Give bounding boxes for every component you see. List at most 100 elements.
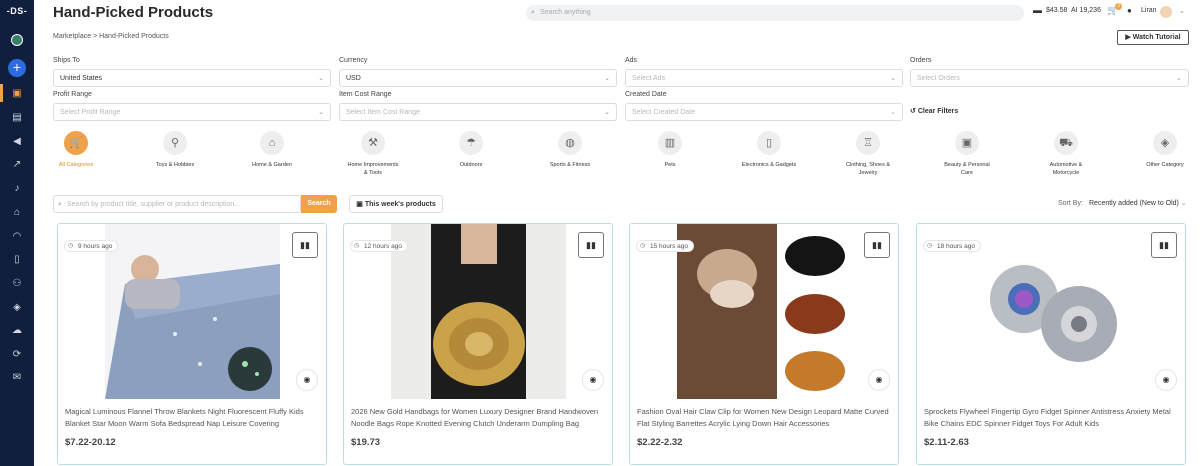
balance[interactable]: $43.58 — [1046, 7, 1067, 14]
product-search-input[interactable]: ⌕ Search by product title, supplier or pr… — [53, 195, 301, 213]
cart-icon[interactable]: ▤ — [9, 110, 25, 126]
currency-label: Currency — [339, 57, 368, 64]
product-title[interactable]: Sprockets Flywheel Fingertip Gyro Fidget… — [924, 406, 1180, 430]
category-beauty[interactable]: ▣ Beauty & Personal Care — [927, 131, 1007, 177]
box-icon[interactable]: ◈ — [9, 300, 25, 316]
item-cost-range-select[interactable]: Select Item Cost Range ⌄ — [339, 103, 617, 121]
category-label: Home Improvements & Tools — [347, 162, 399, 176]
product-card[interactable]: ◷ 9 hours ago ▮▮ ◉ Magical Luminous Flann… — [57, 223, 327, 465]
store-icon[interactable]: ▣ — [9, 86, 25, 102]
orders-select[interactable]: Select Orders ⌄ — [910, 69, 1189, 87]
chevron-down-icon: ⌄ — [604, 109, 610, 116]
clear-filters-button[interactable]: ↺ Clear Filters — [910, 107, 958, 115]
category-outdoors[interactable]: ☂ Outdoors — [431, 131, 511, 169]
mail-icon[interactable]: ✉ — [9, 370, 25, 386]
search-button[interactable]: Search — [301, 195, 337, 213]
cloud-icon[interactable]: ☁ — [9, 323, 25, 339]
category-label: Sports & Fitness — [549, 162, 591, 168]
view-button[interactable]: ◉ — [582, 369, 604, 391]
product-card[interactable]: ◷ 15 hours ago ▮▮ ◉ Fashion Oval Hair Cla… — [629, 223, 899, 465]
category-label: Automotive & Motorcycle — [1049, 162, 1083, 176]
bicycle-icon: ⚲ — [163, 131, 187, 155]
page-title: Hand-Picked Products — [53, 4, 214, 21]
product-card[interactable]: ◷ 18 hours ago ▮▮ ◉ Sprockets Flywheel Fi… — [916, 223, 1186, 465]
users-icon[interactable]: ⚇ — [9, 276, 25, 292]
reset-icon: ↺ — [910, 108, 916, 115]
hanger-icon: ♖ — [856, 131, 880, 155]
product-title[interactable]: Fashion Oval Hair Claw Clip for Women Ne… — [637, 406, 893, 430]
stats-button[interactable]: ▮▮ — [578, 232, 604, 258]
gauge-icon[interactable]: ◠ — [9, 229, 25, 245]
view-button[interactable]: ◉ — [296, 369, 318, 391]
product-title[interactable]: 2026 New Gold Handbags for Women Luxury … — [351, 406, 607, 430]
megaphone-icon[interactable]: ◀ — [9, 134, 25, 150]
breadcrumb[interactable]: Marketplace > Hand-Picked Products — [53, 33, 169, 40]
product-image[interactable] — [964, 224, 1139, 399]
created-date-placeholder: Select Created Date — [632, 109, 696, 116]
product-price: $19.73 — [351, 437, 381, 448]
user-name[interactable]: Liran — [1141, 7, 1157, 14]
category-all[interactable]: 🛒 All Categories — [36, 131, 116, 169]
chevron-down-icon: ⌄ — [1180, 200, 1187, 207]
eye-icon: ◉ — [1162, 375, 1170, 384]
shop-icon[interactable]: ⌂ — [9, 205, 25, 221]
category-toys[interactable]: ⚲ Toys & Hobbies — [135, 131, 215, 169]
stats-button[interactable]: ▮▮ — [1151, 232, 1177, 258]
product-image[interactable] — [391, 224, 566, 399]
clock-icon: ◷ — [68, 243, 74, 249]
time-badge: ◷ 15 hours ago — [636, 240, 694, 252]
tiktok-icon[interactable]: ♪ — [9, 181, 25, 197]
sync-icon[interactable]: ⟳ — [9, 347, 25, 363]
watch-tutorial-button[interactable]: ▶ Watch Tutorial — [1117, 30, 1189, 45]
workspace-avatar[interactable] — [11, 34, 23, 46]
ads-select[interactable]: Select Ads ⌄ — [625, 69, 903, 87]
product-image[interactable] — [677, 224, 852, 399]
document-icon[interactable]: ▯ — [9, 252, 25, 268]
ball-icon: ◍ — [558, 131, 582, 155]
ships-to-select[interactable]: United States ⌄ — [53, 69, 331, 87]
search-icon: ⌕ — [58, 201, 62, 208]
product-card[interactable]: ◷ 12 hours ago ▮▮ ◉ 2026 New Gold Handbag… — [343, 223, 613, 465]
car-icon: ⛟ — [1054, 131, 1078, 155]
category-home-garden[interactable]: ⌂ Home & Garden — [232, 131, 312, 169]
bar-chart-icon: ▮▮ — [586, 240, 596, 250]
chart-icon[interactable]: ↗ — [9, 157, 25, 173]
view-button[interactable]: ◉ — [868, 369, 890, 391]
category-pets[interactable]: ▥ Pets — [630, 131, 710, 169]
category-electronics[interactable]: ▯ Electronics & Gadgets — [729, 131, 809, 169]
global-search-input[interactable]: ⌕ Search anything — [526, 5, 1024, 21]
add-button[interactable]: + — [8, 59, 26, 77]
product-title[interactable]: Magical Luminous Flannel Throw Blankets … — [65, 406, 321, 430]
category-automotive[interactable]: ⛟ Automotive & Motorcycle — [1026, 131, 1106, 177]
category-label: Electronics & Gadgets — [741, 162, 797, 168]
currency-select[interactable]: USD ⌄ — [339, 69, 617, 87]
view-button[interactable]: ◉ — [1155, 369, 1177, 391]
stats-button[interactable]: ▮▮ — [292, 232, 318, 258]
sidebar: -DS- + ▣ ▤ ◀ ↗ ♪ ⌂ ◠ ▯ ⚇ ◈ ☁ ⟳ ✉ — [0, 0, 34, 466]
bar-chart-icon: ▮▮ — [300, 240, 310, 250]
category-label: Home & Garden — [252, 162, 292, 168]
currency-value: USD — [346, 75, 361, 82]
time-badge: ◷ 9 hours ago — [64, 240, 119, 252]
category-clothing[interactable]: ♖ Clothing, Shoes & Jewelry — [828, 131, 908, 177]
logo[interactable]: -DS- — [0, 6, 34, 16]
product-image[interactable] — [105, 224, 280, 399]
ships-to-value: United States — [60, 75, 103, 82]
chevron-down-icon[interactable]: ⌄ — [1179, 7, 1185, 15]
sort-select[interactable]: Recently added (New to Old) ⌄ — [1089, 199, 1187, 207]
chevron-down-icon: ⌄ — [604, 75, 610, 82]
category-home-improvements[interactable]: ⚒ Home Improvements & Tools — [333, 131, 413, 177]
profit-range-select[interactable]: Select Profit Range ⌄ — [53, 103, 331, 121]
category-label: Clothing, Shoes & Jewelry — [845, 162, 891, 176]
category-sports[interactable]: ◍ Sports & Fitness — [530, 131, 610, 169]
orders-placeholder: Select Orders — [917, 75, 960, 82]
this-week-button[interactable]: ▣ This week's products — [349, 195, 443, 213]
category-other[interactable]: ◈ Other Category — [1125, 131, 1200, 169]
eye-icon: ◉ — [875, 375, 883, 384]
category-label: Beauty & Personal Care — [944, 162, 990, 176]
bar-chart-icon: ▮▮ — [872, 240, 882, 250]
stats-button[interactable]: ▮▮ — [864, 232, 890, 258]
created-date-select[interactable]: Select Created Date ⌄ — [625, 103, 903, 121]
ai-credits[interactable]: AI 19,236 — [1071, 7, 1101, 14]
avatar[interactable] — [1160, 6, 1172, 18]
